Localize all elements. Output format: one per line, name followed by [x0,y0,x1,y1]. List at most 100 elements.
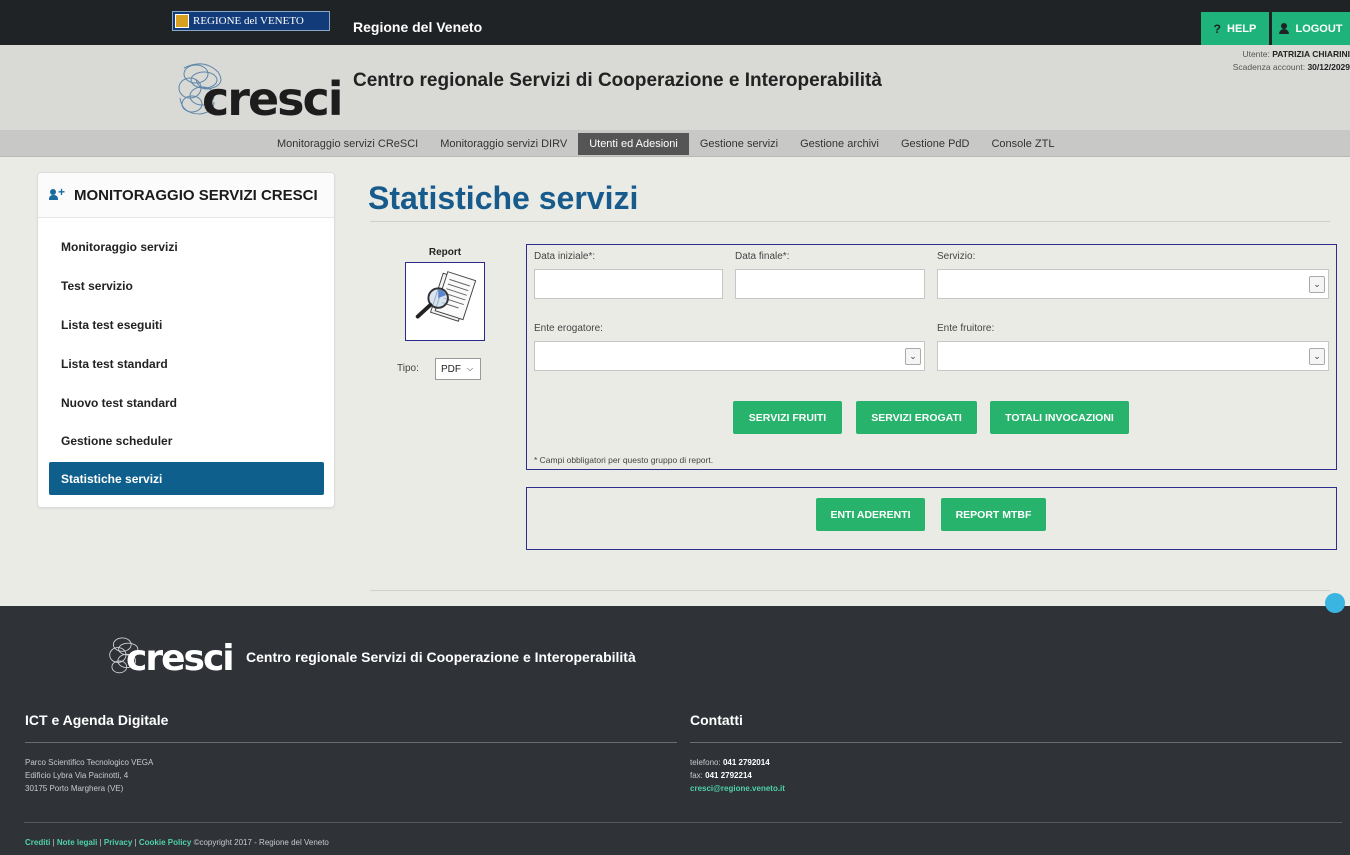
footer-address: Parco Scientifico Tecnologico VEGA Edifi… [25,756,153,795]
tipo-value: PDF [441,363,461,375]
sidebar-item-monitoraggio-servizi[interactable]: Monitoraggio servizi [49,230,324,263]
footer: cresci Centro regionale Servizi di Coope… [0,606,1350,855]
user-line: Utente: PATRIZIA CHIARINI [1233,48,1350,61]
footer-cresci-wordmark: cresci [126,638,235,679]
data-finale-label: Data finale*: [735,251,790,262]
address-line-3: 30175 Porto Marghera (VE) [25,784,124,793]
sidebar-item-nuovo-test-standard[interactable]: Nuovo test standard [49,386,324,419]
servizi-erogati-button[interactable]: SERVIZI EROGATI [856,401,977,434]
user-icon [1279,23,1290,34]
report-mtbf-button[interactable]: REPORT MTBF [941,498,1046,531]
required-fields-note: * Campi obbligatori per questo gruppo di… [534,455,714,465]
scroll-top-button[interactable] [1325,593,1345,613]
footer-divider [24,822,1342,823]
header-title: Centro regionale Servizi di Cooperazione… [353,70,882,91]
data-iniziale-label: Data iniziale*: [534,251,596,262]
regione-veneto-logo[interactable]: REGIONE del VENETO [172,11,330,31]
fax-line: fax: 041 2792214 [690,769,785,782]
email-link[interactable]: cresci@regione.veneto.it [690,782,785,795]
ente-fruitore-label: Ente fruitore: [937,323,995,334]
footer-contatti-title: Contatti [690,712,743,728]
topbar-title: Regione del Veneto [353,19,483,35]
expiry-value: 30/12/2029 [1307,62,1350,72]
nav-item-monitoraggio-cresci[interactable]: Monitoraggio servizi CReSCI [266,133,429,155]
add-user-icon [49,185,66,201]
servizio-label: Servizio: [937,251,976,262]
nav-item-gestione-servizi[interactable]: Gestione servizi [689,133,789,155]
privacy-link[interactable]: Privacy [104,838,132,847]
sidebar: MONITORAGGIO SERVIZI CRESCI Monitoraggio… [37,172,335,508]
note-legali-link[interactable]: Note legali [57,838,97,847]
chevron-down-icon: ⌵ [467,364,474,373]
ente-fruitore-select[interactable]: ⌄ [937,341,1329,371]
report-magnifier-icon [415,271,477,322]
logout-button[interactable]: LOGOUT [1272,12,1350,45]
copyright: ©copyright 2017 - Regione del Veneto [193,838,329,847]
ente-erogatore-select[interactable]: ⌄ [534,341,925,371]
sidebar-title: MONITORAGGIO SERVIZI CRESCI [74,186,318,204]
footer-bottom: Crediti | Note legali | Privacy | Cookie… [25,838,329,847]
telefono-value: 041 2792014 [722,758,770,767]
footer-title: Centro regionale Servizi di Cooperazione… [246,649,636,665]
sidebar-item-gestione-scheduler[interactable]: Gestione scheduler [49,424,324,457]
report-form: Data iniziale*: Data finale*: Servizio: … [526,244,1337,470]
cresci-wordmark: cresci [202,72,344,126]
logout-label: LOGOUT [1295,22,1343,35]
data-finale-input[interactable] [735,269,925,299]
question-mark-icon: ? [1213,21,1221,36]
nav-item-gestione-pdd[interactable]: Gestione PdD [890,133,980,155]
expiry-line: Scadenza account: 30/12/2029 [1233,61,1350,74]
sidebar-item-lista-test-standard[interactable]: Lista test standard [49,347,324,380]
tipo-select[interactable]: PDF ⌵ [435,358,481,380]
telefono-line: telefono: 041 2792014 [690,756,785,769]
report-box-2: ENTI ADERENTI REPORT MTBF [526,487,1337,550]
main-navbar: Monitoraggio servizi CReSCI Monitoraggio… [0,130,1350,157]
expiry-label: Scadenza account: [1232,62,1306,72]
report-label: Report [428,247,462,258]
tipo-label: Tipo: [397,363,419,374]
footer-col1-divider [25,742,677,743]
sidebar-item-statistiche-servizi[interactable]: Statistiche servizi [49,462,324,495]
totali-invocazioni-button[interactable]: TOTALI INVOCAZIONI [990,401,1129,434]
user-info: Utente: PATRIZIA CHIARINI Scadenza accou… [1233,48,1350,74]
user-name: PATRIZIA CHIARINI [1272,49,1350,59]
sidebar-item-test-servizio[interactable]: Test servizio [49,269,324,302]
sidebar-header: MONITORAGGIO SERVIZI CRESCI [38,173,334,218]
sidebar-item-lista-test-eseguiti[interactable]: Lista test eseguiti [49,308,324,341]
footer-ict-title: ICT e Agenda Digitale [25,712,169,728]
page-title: Statistiche servizi [368,180,639,216]
header: cresci Centro regionale Servizi di Coope… [0,45,1350,130]
ente-erogatore-label: Ente erogatore: [534,323,603,334]
servizio-select[interactable]: ⌄ [937,269,1329,299]
nav-item-gestione-archivi[interactable]: Gestione archivi [789,133,890,155]
crediti-link[interactable]: Crediti [25,838,50,847]
footer-cresci-logo[interactable]: cresci [106,632,235,680]
main-divider [370,590,1330,591]
data-iniziale-input[interactable] [534,269,723,299]
address-line-2: Edificio Lybra Via Pacinotti, 4 [25,771,129,780]
report-image[interactable] [405,262,485,341]
nav-item-console-ztl[interactable]: Console ZTL [980,133,1065,155]
nav-item-monitoraggio-dirv[interactable]: Monitoraggio servizi DIRV [429,133,578,155]
nav-items: Monitoraggio servizi CReSCI Monitoraggio… [266,130,1065,157]
nav-item-utenti-adesioni[interactable]: Utenti ed Adesioni [578,132,689,155]
help-label: HELP [1227,22,1257,35]
telefono-label: telefono: [690,758,721,767]
regione-logo-text: REGIONE del VENETO [193,15,304,27]
chevron-down-icon: ⌄ [1309,348,1325,365]
footer-col2-divider [690,742,1342,743]
top-bar: REGIONE del VENETO Regione del Veneto ? … [0,0,1350,45]
enti-aderenti-button[interactable]: ENTI ADERENTI [816,498,925,531]
chevron-down-icon: ⌄ [1309,276,1325,293]
regione-crest-icon [175,14,189,28]
footer-contacts: telefono: 041 2792014 fax: 041 2792214 c… [690,756,785,795]
address-line-1: Parco Scientifico Tecnologico VEGA [25,758,154,767]
servizi-fruiti-button[interactable]: SERVIZI FRUITI [733,401,842,434]
cookie-policy-link[interactable]: Cookie Policy [139,838,191,847]
help-button[interactable]: ? HELP [1201,12,1269,45]
cresci-logo[interactable]: cresci [172,58,344,126]
title-divider [370,221,1330,222]
fax-value: 041 2792214 [705,771,752,780]
chevron-down-icon: ⌄ [905,348,921,365]
user-label: Utente: [1242,49,1270,59]
